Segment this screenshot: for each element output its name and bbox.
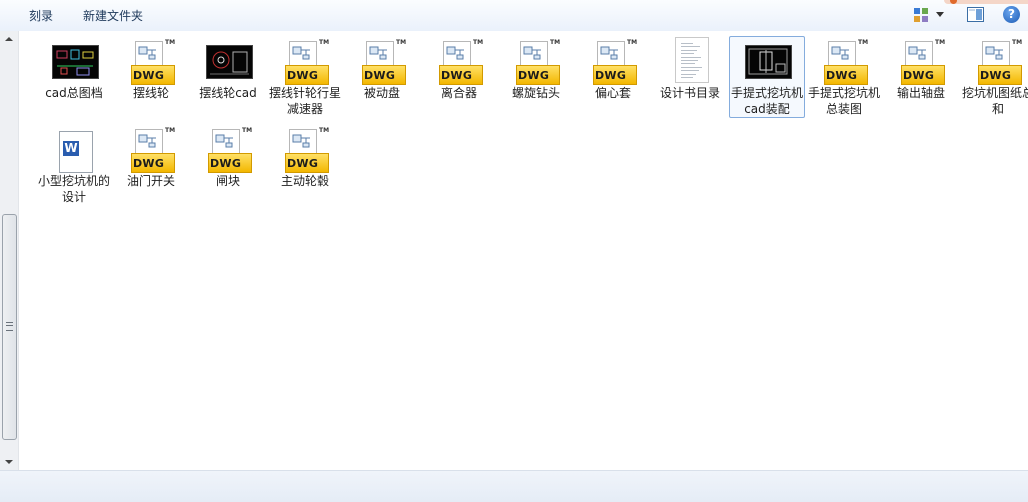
file-name-label: 摆线轮cad bbox=[199, 86, 257, 100]
file-item[interactable]: DWG TM 偏心套 bbox=[576, 37, 650, 101]
cad-drawing-thumbnail-icon bbox=[191, 37, 265, 85]
scroll-down-arrow-icon[interactable] bbox=[0, 454, 18, 470]
dwg-file-icon: DWG TM bbox=[961, 37, 1028, 85]
file-name-label: 手提式挖坑机cad装配 bbox=[731, 86, 804, 116]
dwg-file-icon: DWG TM bbox=[114, 125, 188, 173]
new-folder-button[interactable]: 新建文件夹 bbox=[77, 7, 149, 25]
cad-drawing-thumbnail-icon bbox=[37, 37, 111, 85]
file-name-label: 离合器 bbox=[440, 86, 477, 100]
file-name-label: 油门开关 bbox=[126, 174, 175, 188]
command-bar: 刻录 新建文件夹 ? bbox=[0, 0, 1028, 32]
cad-drawing-thumbnail-icon bbox=[730, 37, 804, 85]
file-item[interactable]: DWG TM 螺旋钻头 bbox=[499, 37, 573, 101]
word-document-icon: W bbox=[37, 125, 111, 173]
file-list-pane[interactable]: cad总图档 DWG TM 摆线轮 摆线轮cad DWG TM 摆线针轮行星减速器 DWG TM 被… bbox=[19, 31, 1028, 470]
file-item[interactable]: DWG TM 离合器 bbox=[422, 37, 496, 101]
file-name-label: 输出轴盘 bbox=[896, 86, 945, 100]
file-item[interactable]: DWG TM 闸块 bbox=[191, 125, 265, 189]
file-name-label: 偏心套 bbox=[594, 86, 631, 100]
dwg-file-icon: DWG TM bbox=[422, 37, 496, 85]
file-item[interactable]: 摆线轮cad bbox=[191, 37, 265, 101]
dwg-file-icon: DWG TM bbox=[191, 125, 265, 173]
file-name-label: cad总图档 bbox=[45, 86, 103, 100]
file-name-label: 主动轮毂 bbox=[280, 174, 329, 188]
scroll-grip-icon bbox=[6, 322, 13, 331]
file-item[interactable]: DWG TM 油门开关 bbox=[114, 125, 188, 189]
text-document-icon bbox=[653, 37, 727, 85]
file-item[interactable]: DWG TM 主动轮毂 bbox=[268, 125, 342, 189]
file-name-label: 被动盘 bbox=[363, 86, 400, 100]
dwg-file-icon: DWG TM bbox=[114, 37, 188, 85]
file-item[interactable]: DWG TM 输出轴盘 bbox=[884, 37, 958, 101]
file-item[interactable]: 设计书目录 bbox=[653, 37, 727, 101]
view-options-dropdown-icon[interactable] bbox=[936, 12, 944, 17]
file-item[interactable]: DWG TM 挖坑机图纸总和 bbox=[961, 37, 1028, 117]
file-item[interactable]: DWG TM 手提式挖坑机总装图 bbox=[807, 37, 881, 117]
file-name-label: 螺旋钻头 bbox=[511, 86, 560, 100]
file-name-label: 手提式挖坑机总装图 bbox=[808, 86, 881, 116]
burn-button[interactable]: 刻录 bbox=[23, 7, 59, 25]
dwg-file-icon: DWG TM bbox=[499, 37, 573, 85]
orange-dot-icon bbox=[950, 0, 957, 4]
change-view-icon[interactable] bbox=[913, 7, 929, 23]
file-name-label: 设计书目录 bbox=[659, 86, 720, 100]
scroll-thumb[interactable] bbox=[2, 214, 17, 440]
dwg-file-icon: DWG TM bbox=[884, 37, 958, 85]
preview-pane-icon[interactable] bbox=[967, 7, 984, 22]
help-icon[interactable]: ? bbox=[1003, 6, 1020, 23]
file-item[interactable]: W 小型挖坑机的设计 bbox=[37, 125, 111, 205]
dwg-file-icon: DWG TM bbox=[268, 37, 342, 85]
partial-window-tab bbox=[944, 0, 1028, 4]
file-item[interactable]: DWG TM 摆线针轮行星减速器 bbox=[268, 37, 342, 117]
file-name-label: 摆线轮 bbox=[132, 86, 169, 100]
file-name-label: 挖坑机图纸总和 bbox=[962, 86, 1028, 116]
dwg-file-icon: DWG TM bbox=[576, 37, 650, 85]
file-name-label: 小型挖坑机的设计 bbox=[38, 174, 111, 204]
file-name-label: 摆线针轮行星减速器 bbox=[269, 86, 342, 116]
dwg-file-icon: DWG TM bbox=[807, 37, 881, 85]
file-name-label: 闸块 bbox=[215, 174, 240, 188]
details-pane bbox=[0, 470, 1028, 502]
dwg-file-icon: DWG TM bbox=[268, 125, 342, 173]
file-item[interactable]: DWG TM 被动盘 bbox=[345, 37, 419, 101]
file-item[interactable]: DWG TM 摆线轮 bbox=[114, 37, 188, 101]
file-item[interactable]: 手提式挖坑机cad装配 bbox=[729, 36, 805, 118]
dwg-file-icon: DWG TM bbox=[345, 37, 419, 85]
file-item[interactable]: cad总图档 bbox=[37, 37, 111, 101]
scroll-up-arrow-icon[interactable] bbox=[0, 31, 18, 47]
vertical-scrollbar[interactable] bbox=[0, 31, 19, 470]
